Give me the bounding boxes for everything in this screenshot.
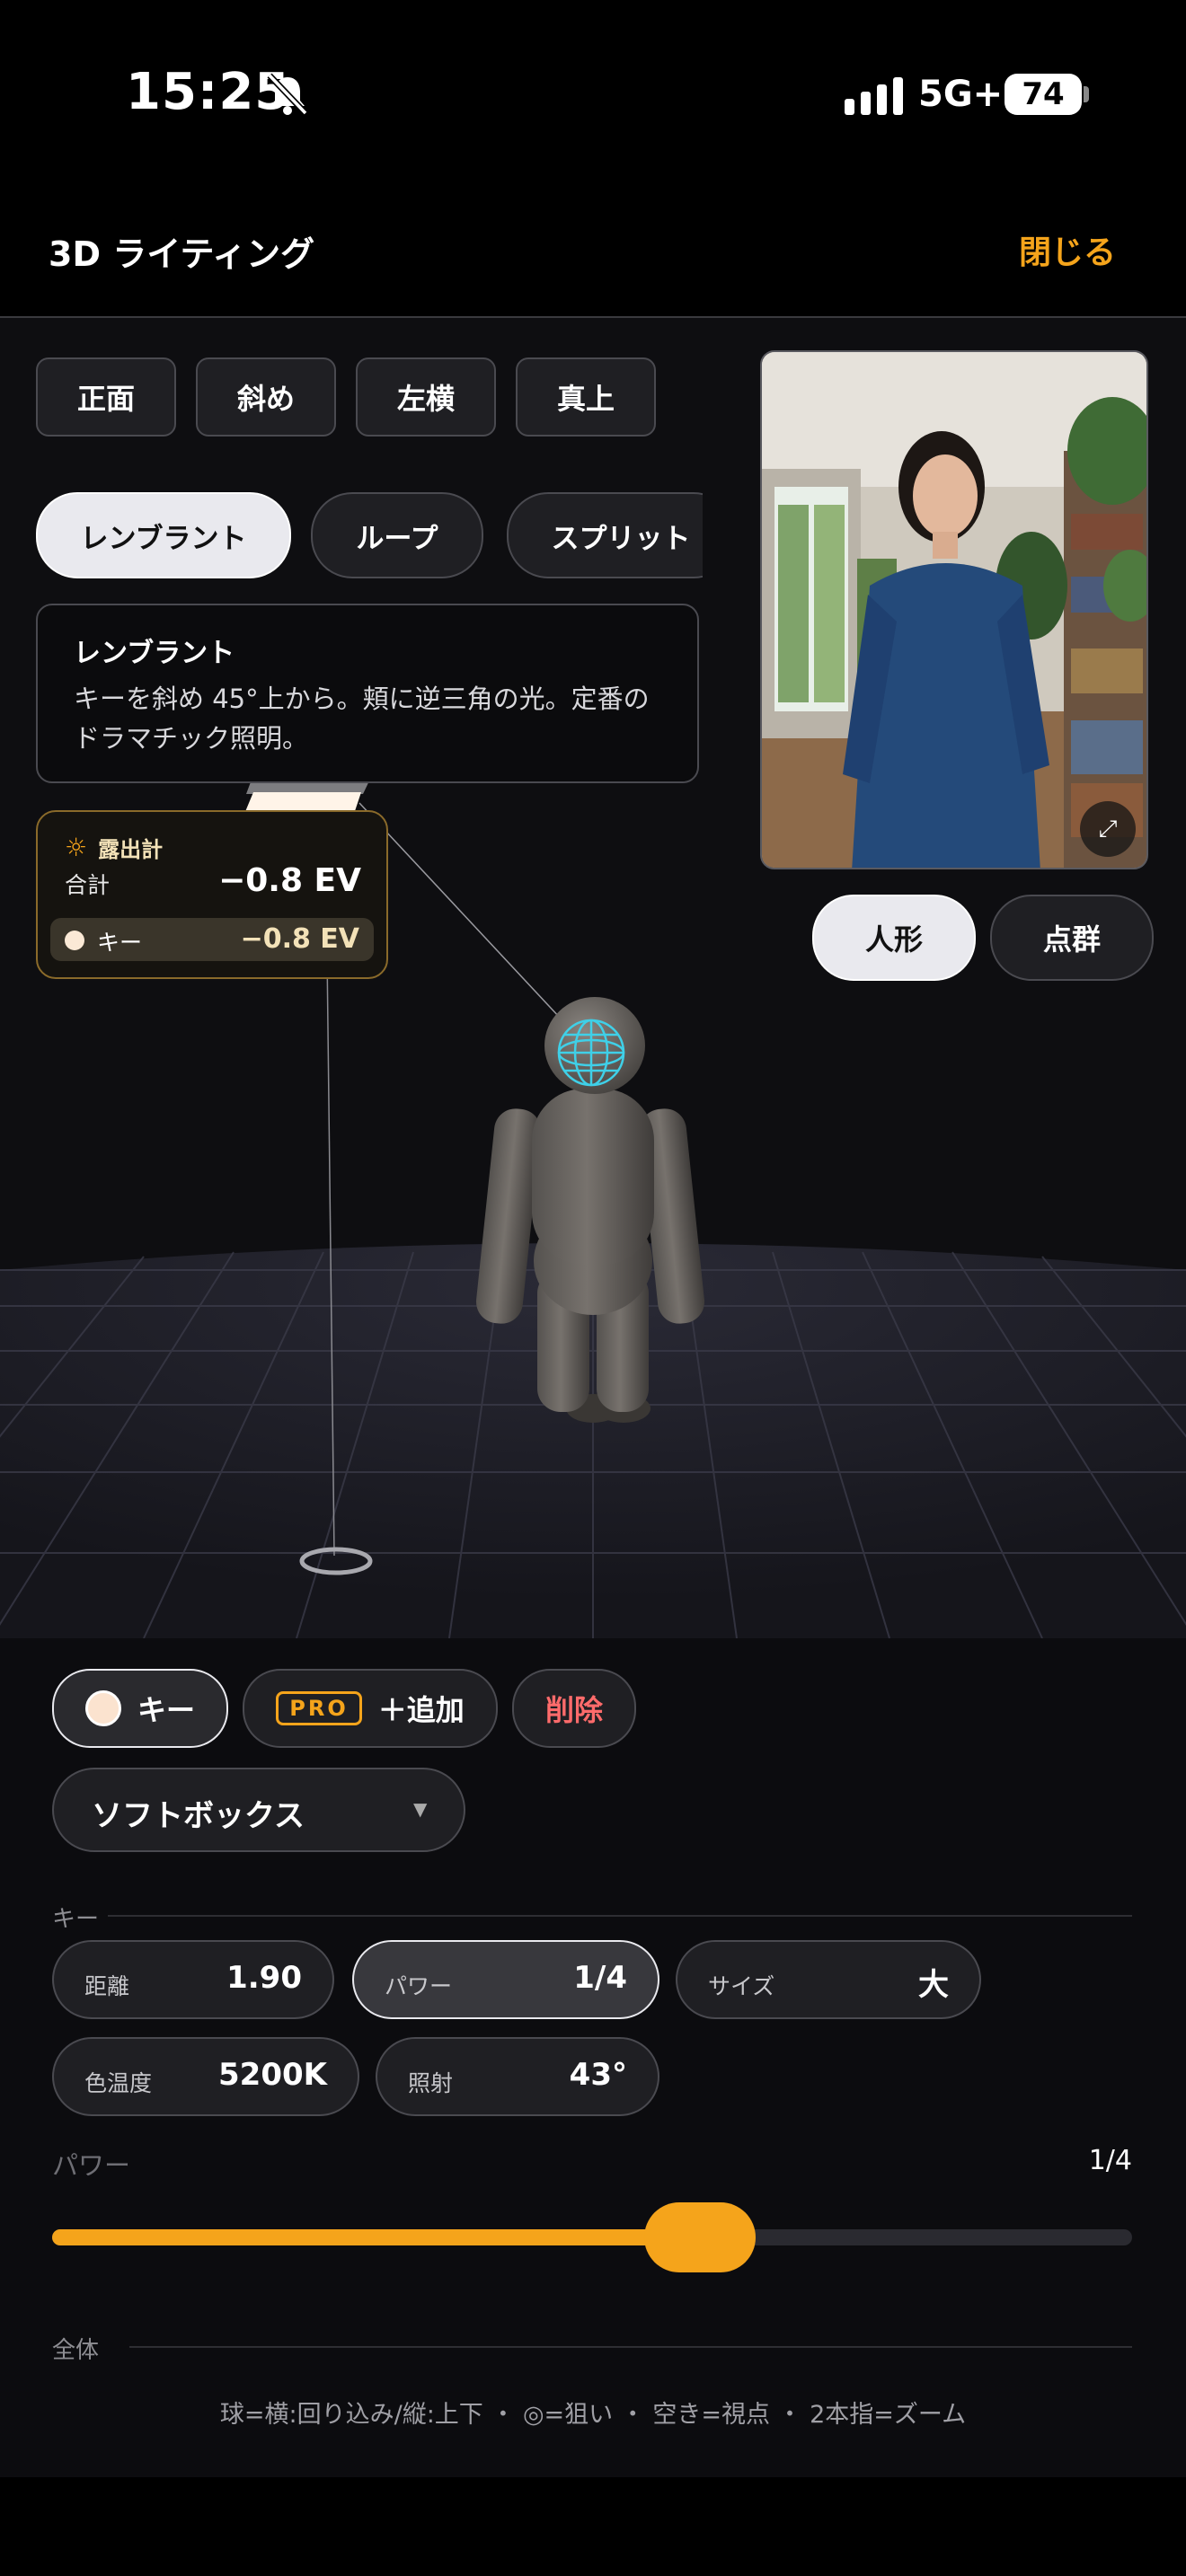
- battery-nub: [1084, 86, 1089, 102]
- param-size-label: サイズ: [708, 1973, 775, 1999]
- meter-header: ☼ 露出計: [65, 832, 163, 863]
- meter-title: 露出計: [98, 837, 164, 862]
- power-slider-thumb[interactable]: [644, 2202, 757, 2272]
- slider-value: 1/4: [1088, 2145, 1132, 2176]
- view-diagonal-button[interactable]: 斜め: [196, 357, 336, 437]
- pro-badge: PRO: [276, 1691, 362, 1725]
- param-power-label: パワー: [385, 1973, 453, 1999]
- overall-section-label: 全体: [52, 2337, 100, 2364]
- mode-pointcloud-button[interactable]: 点群: [990, 895, 1154, 981]
- view-front-button[interactable]: 正面: [36, 357, 176, 437]
- bell-muted-icon: [266, 72, 309, 120]
- chevron-down-icon: ▼: [413, 1798, 428, 1820]
- param-color-temp[interactable]: 色温度 5200K: [52, 2037, 359, 2116]
- light-key-label: キー: [137, 1693, 195, 1727]
- light-color-swatch: [84, 1690, 121, 1726]
- view-top-button[interactable]: 真上: [516, 357, 656, 437]
- close-button[interactable]: 閉じる: [1019, 226, 1116, 273]
- modifier-dropdown[interactable]: ソフトボックス ▼: [52, 1768, 465, 1852]
- section-divider: [129, 2346, 1132, 2348]
- meter-light-label: キー: [97, 930, 143, 956]
- description-title: レンブラント: [74, 638, 235, 669]
- view-side-button[interactable]: 左横: [356, 357, 496, 437]
- param-color-temp-value: 5200K: [218, 2057, 327, 2093]
- add-light-label: ＋追加: [377, 1693, 465, 1727]
- preset-loop[interactable]: ループ: [311, 492, 483, 578]
- preset-description-card: レンブラント キーを斜め 45°上から。頬に逆三角の光。定番のドラマチック照明。: [36, 604, 699, 783]
- signal-icon: [845, 77, 903, 115]
- aim-target-gizmo: [557, 1019, 625, 1087]
- light-key-chip[interactable]: キー: [52, 1669, 228, 1748]
- preset-rembrandt[interactable]: レンブラント: [36, 492, 291, 578]
- param-beam-value: 43°: [569, 2057, 627, 2093]
- exposure-meter: ☼ 露出計 合計 −0.8 EV キー −0.8 EV: [36, 810, 388, 979]
- add-light-button[interactable]: PRO ＋追加: [243, 1669, 498, 1748]
- param-beam-label: 照射: [408, 2070, 454, 2096]
- param-power[interactable]: パワー 1/4: [352, 1940, 659, 2019]
- modifier-selected: ソフトボックス: [92, 1798, 305, 1834]
- param-distance-value: 1.90: [226, 1960, 302, 1996]
- meter-light-value: −0.8 EV: [240, 923, 359, 955]
- param-beam-angle[interactable]: 照射 43°: [376, 2037, 659, 2116]
- key-section-label: キー: [52, 1906, 100, 1933]
- description-body: キーを斜め 45°上から。頬に逆三角の光。定番のドラマチック照明。: [74, 684, 650, 754]
- battery-icon: 74: [1005, 74, 1082, 115]
- sun-icon: ☼: [65, 833, 88, 862]
- expand-icon[interactable]: ⤢: [1080, 801, 1136, 857]
- light-color-dot: [65, 931, 84, 950]
- param-size-value: 大: [918, 1967, 949, 2003]
- meter-total-value: −0.8 EV: [218, 862, 361, 899]
- delete-light-button[interactable]: 削除: [512, 1669, 636, 1748]
- preset-scroller[interactable]: レンブラント ループ スプリット: [36, 485, 703, 584]
- param-power-value: 1/4: [573, 1960, 627, 1996]
- meter-light-row: キー −0.8 EV: [50, 918, 374, 961]
- param-distance-label: 距離: [84, 1973, 130, 1999]
- param-distance[interactable]: 距離 1.90: [52, 1940, 334, 2019]
- reference-photo[interactable]: [760, 350, 1148, 869]
- power-slider-fill: [52, 2229, 701, 2245]
- param-color-temp-label: 色温度: [84, 2070, 153, 2096]
- section-divider: [108, 1915, 1132, 1917]
- meter-total-label: 合計: [65, 872, 111, 898]
- slider-label: パワー: [52, 2150, 131, 2181]
- gesture-hint: 球=横:回り込み/縦:上下 ・ ◎=狙い ・ 空き=視点 ・ 2本指=ズーム: [219, 2401, 967, 2429]
- mode-mannequin-button[interactable]: 人形: [812, 895, 976, 981]
- param-size[interactable]: サイズ 大: [676, 1940, 981, 2019]
- page-title: 3D ライティング: [49, 234, 315, 274]
- network-label: 5G+: [918, 74, 1004, 115]
- preset-split[interactable]: スプリット: [507, 492, 703, 578]
